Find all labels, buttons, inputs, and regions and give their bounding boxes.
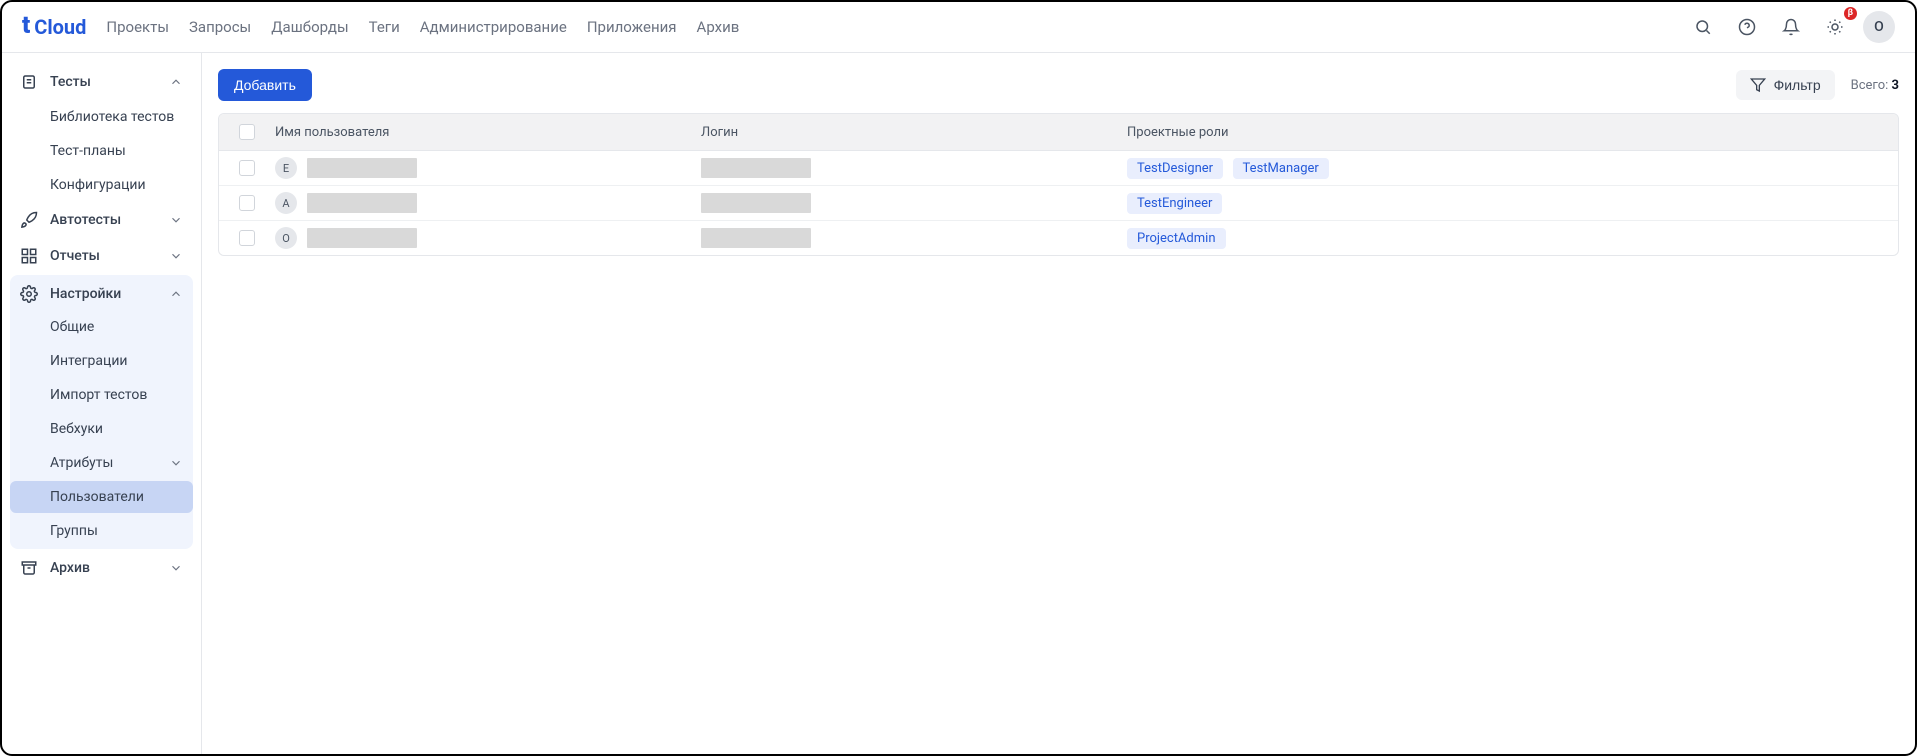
chevron-down-icon xyxy=(169,561,183,575)
toolbar: Добавить Фильтр Всего: 3 xyxy=(202,69,1915,113)
sidebar-archive-label: Архив xyxy=(50,560,90,576)
user-avatar-sm: A xyxy=(275,192,297,214)
sidebar-item-groups[interactable]: Группы xyxy=(10,515,193,547)
chevron-up-icon xyxy=(169,75,183,89)
nav-archive[interactable]: Архив xyxy=(697,18,740,36)
role-tag[interactable]: ProjectAdmin xyxy=(1127,228,1226,249)
table-row[interactable]: O ProjectAdmin xyxy=(219,220,1898,255)
sidebar-reports-label: Отчеты xyxy=(50,248,100,264)
nav-apps[interactable]: Приложения xyxy=(587,18,677,36)
total-count: Всего: 3 xyxy=(1851,78,1899,93)
sidebar-item-integrations[interactable]: Интеграции xyxy=(10,345,193,377)
user-avatar-sm: O xyxy=(275,227,297,249)
redacted-login xyxy=(701,158,811,178)
sidebar-reports[interactable]: Отчеты xyxy=(10,239,193,273)
sidebar-autotests[interactable]: Автотесты xyxy=(10,203,193,237)
table-header: Имя пользователя Логин Проектные роли xyxy=(219,114,1898,151)
sidebar-autotests-label: Автотесты xyxy=(50,212,121,228)
nav-projects[interactable]: Проекты xyxy=(106,18,169,36)
row-checkbox[interactable] xyxy=(239,230,255,246)
users-table: Имя пользователя Логин Проектные роли E xyxy=(218,113,1899,256)
nav-admin[interactable]: Администрирование xyxy=(420,18,567,36)
sidebar-item-test-library[interactable]: Библиотека тестов xyxy=(10,101,193,133)
help-icon[interactable] xyxy=(1731,11,1763,43)
sidebar-item-configurations[interactable]: Конфигурации xyxy=(10,169,193,201)
tests-icon xyxy=(20,73,38,91)
bell-icon[interactable] xyxy=(1775,11,1807,43)
sidebar-item-general[interactable]: Общие xyxy=(10,311,193,343)
main-content: Добавить Фильтр Всего: 3 Имя пользовател… xyxy=(202,53,1915,754)
select-all-checkbox[interactable] xyxy=(239,124,255,140)
filter-button[interactable]: Фильтр xyxy=(1736,70,1835,100)
sidebar-item-attributes[interactable]: Атрибуты xyxy=(10,447,193,479)
sidebar-item-test-plans[interactable]: Тест-планы xyxy=(10,135,193,167)
add-button[interactable]: Добавить xyxy=(218,69,312,101)
sidebar-archive[interactable]: Архив xyxy=(10,551,193,585)
sidebar: Тесты Библиотека тестов Тест-планы Конфи… xyxy=(2,53,202,754)
sidebar-settings[interactable]: Настройки xyxy=(10,277,193,311)
user-avatar[interactable]: O xyxy=(1863,11,1895,43)
nav-tags[interactable]: Теги xyxy=(369,18,400,36)
sidebar-tests[interactable]: Тесты xyxy=(10,65,193,99)
logo-text: Cloud xyxy=(34,15,86,39)
settings-icon xyxy=(20,285,38,303)
redacted-username xyxy=(307,193,417,213)
autotests-icon xyxy=(20,211,38,229)
redacted-login xyxy=(701,193,811,213)
redacted-username xyxy=(307,228,417,248)
col-login-header[interactable]: Логин xyxy=(701,125,1111,140)
chevron-down-icon xyxy=(169,213,183,227)
user-avatar-sm: E xyxy=(275,157,297,179)
nav-queries[interactable]: Запросы xyxy=(189,18,251,36)
sidebar-item-attributes-label: Атрибуты xyxy=(50,455,113,471)
nav-dashboards[interactable]: Дашборды xyxy=(271,18,348,36)
beta-badge: β xyxy=(1844,7,1857,20)
main-nav: Проекты Запросы Дашборды Теги Администри… xyxy=(106,18,739,36)
logo-mark: t xyxy=(22,13,30,37)
sidebar-tests-label: Тесты xyxy=(50,74,91,90)
chevron-up-icon xyxy=(169,287,183,301)
role-tag[interactable]: TestManager xyxy=(1233,158,1329,179)
sidebar-item-webhooks[interactable]: Вебхуки xyxy=(10,413,193,445)
row-checkbox[interactable] xyxy=(239,195,255,211)
reports-icon xyxy=(20,247,38,265)
sidebar-item-import-tests[interactable]: Импорт тестов xyxy=(10,379,193,411)
table-row[interactable]: A TestEngineer xyxy=(219,185,1898,220)
filter-label: Фильтр xyxy=(1774,77,1821,93)
logo[interactable]: t Cloud xyxy=(22,15,86,39)
redacted-username xyxy=(307,158,417,178)
row-checkbox[interactable] xyxy=(239,160,255,176)
archive-icon xyxy=(20,559,38,577)
chevron-down-icon xyxy=(169,456,183,470)
theme-icon[interactable]: β xyxy=(1819,11,1851,43)
col-roles-header[interactable]: Проектные роли xyxy=(1127,125,1882,140)
table-row[interactable]: E TestDesigner TestManager xyxy=(219,151,1898,185)
sidebar-item-users[interactable]: Пользователи xyxy=(10,481,193,513)
chevron-down-icon xyxy=(169,249,183,263)
redacted-login xyxy=(701,228,811,248)
role-tag[interactable]: TestEngineer xyxy=(1127,193,1222,214)
col-user-header[interactable]: Имя пользователя xyxy=(275,125,685,140)
role-tag[interactable]: TestDesigner xyxy=(1127,158,1223,179)
app-header: t Cloud Проекты Запросы Дашборды Теги Ад… xyxy=(2,2,1915,53)
filter-icon xyxy=(1750,77,1766,93)
sidebar-settings-label: Настройки xyxy=(50,286,121,302)
search-icon[interactable] xyxy=(1687,11,1719,43)
